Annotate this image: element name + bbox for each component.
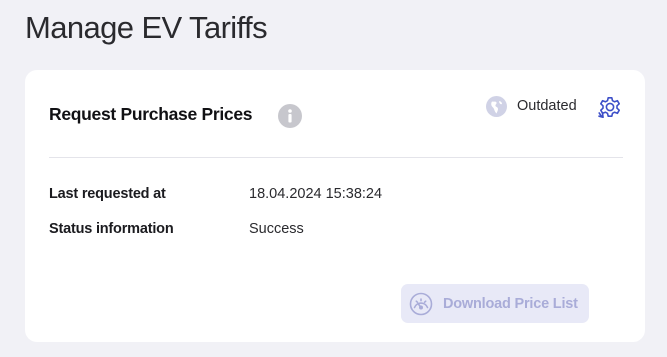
download-price-list-button[interactable]: Download Price List xyxy=(401,284,589,323)
last-requested-value: 18.04.2024 15:38:24 xyxy=(249,186,383,202)
purchase-prices-card: Request Purchase Prices Outdated Last re… xyxy=(25,70,645,342)
status-information-label: Status information xyxy=(49,221,174,237)
globe-status-icon xyxy=(486,95,507,117)
card-title: Request Purchase Prices xyxy=(49,104,253,124)
gear-icon[interactable] xyxy=(597,94,623,120)
status-information-value: Success xyxy=(249,221,304,237)
gauge-icon xyxy=(409,292,433,316)
info-icon[interactable] xyxy=(278,104,302,128)
status-text: Outdated xyxy=(517,98,577,114)
download-button-label: Download Price List xyxy=(443,295,578,312)
last-requested-label: Last requested at xyxy=(49,186,166,202)
status-indicator: Outdated xyxy=(486,95,577,117)
page-title: Manage EV Tariffs xyxy=(25,10,268,45)
card-divider xyxy=(49,157,623,158)
